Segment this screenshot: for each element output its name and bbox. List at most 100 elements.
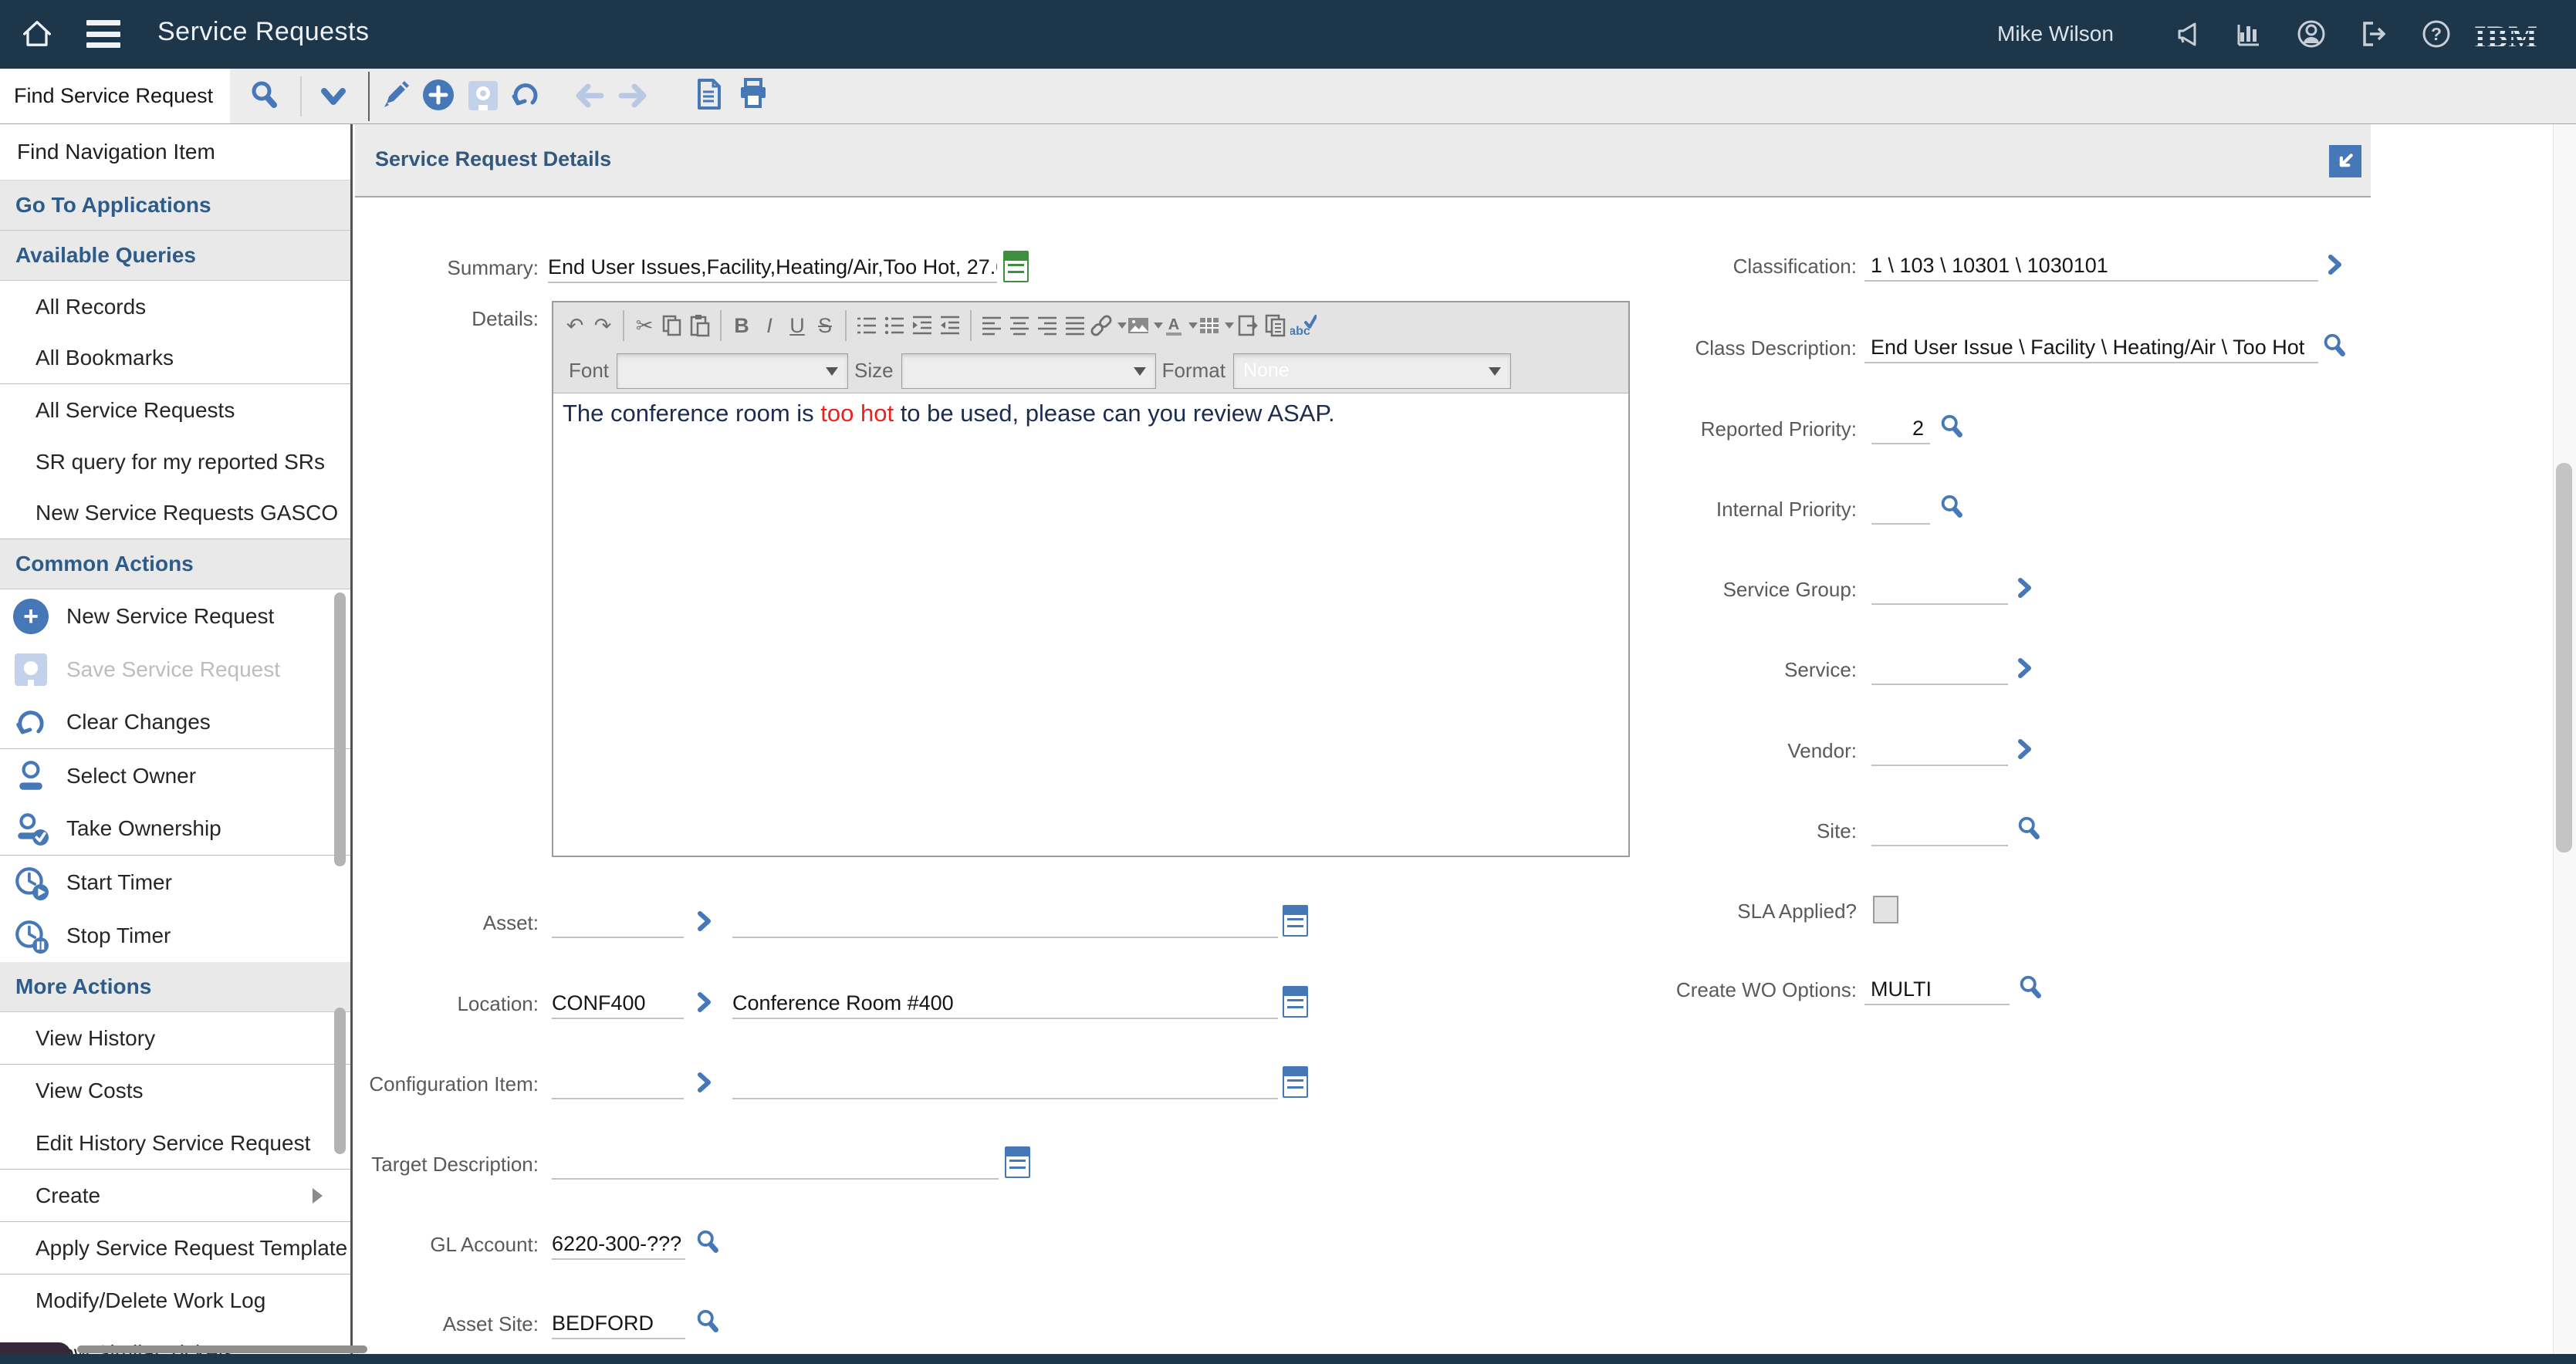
location-field[interactable]: CONF400 [552,987,684,1019]
configuration-item-detail-menu-icon[interactable] [1283,1066,1308,1098]
classification-field[interactable]: 1 \ 103 \ 10301 \ 1030101 [1864,249,2318,282]
edit-icon[interactable] [378,78,412,112]
action-stop-timer[interactable]: Stop Timer [0,909,350,962]
configuration-item-description-field[interactable] [732,1067,1278,1099]
summary-field[interactable]: End User Issues,Facility,Heating/Air,Too… [548,251,997,283]
service-field[interactable] [1871,653,2008,685]
action-view-history[interactable]: View History [0,1012,350,1065]
site-lookup-icon[interactable] [2014,815,2047,847]
align-justify-icon[interactable] [1061,309,1089,343]
action-apply-sr-template[interactable]: Apply Service Request Template [0,1222,350,1275]
text-color-icon[interactable]: A [1163,309,1198,343]
save-icon[interactable] [466,79,500,113]
action-view-costs[interactable]: View Costs [0,1065,350,1117]
previous-record-icon[interactable] [573,79,607,113]
reported-priority-field[interactable]: 2 [1871,412,1930,444]
location-description-field[interactable]: Conference Room #400 [732,987,1278,1019]
action-save-service-request[interactable]: Save Service Request [0,643,350,696]
asset-chevron-icon[interactable] [695,910,715,932]
find-service-request-input[interactable] [0,69,230,123]
service-chevron-icon[interactable] [2016,657,2036,679]
copy-page-icon[interactable] [1262,309,1290,343]
user-name[interactable]: Mike Wilson [1997,22,2114,46]
italic-icon[interactable]: I [756,309,783,343]
align-left-icon[interactable] [978,309,1006,343]
class-description-lookup-icon[interactable] [2320,332,2352,364]
logout-icon[interactable] [2357,17,2391,51]
sla-applied-checkbox[interactable] [1873,896,1898,923]
report-icon[interactable] [691,77,725,111]
export-icon[interactable] [1234,309,1262,343]
action-edit-history-sr[interactable]: Edit History Service Request [0,1117,350,1170]
vendor-chevron-icon[interactable] [2016,738,2036,760]
vendor-field[interactable] [1871,734,2008,766]
location-detail-menu-icon[interactable] [1283,986,1308,1018]
link-icon[interactable] [1089,309,1127,343]
asset-site-field[interactable]: BEDFORD [552,1307,685,1339]
query-all-bookmarks[interactable]: All Bookmarks [0,333,350,384]
query-all-service-requests[interactable]: All Service Requests [0,384,350,436]
next-record-icon[interactable] [615,79,649,113]
menu-icon[interactable] [86,20,120,48]
sidebar-scrollbar-thumb[interactable] [334,593,346,866]
reported-priority-lookup-icon[interactable] [1937,413,1969,445]
asset-detail-menu-icon[interactable] [1283,905,1308,937]
vertical-scrollbar-thumb[interactable] [2556,463,2572,852]
available-queries-header[interactable]: Available Queries [0,231,350,281]
font-select[interactable] [617,353,848,389]
copy-icon[interactable] [658,309,686,343]
long-description-icon[interactable] [1003,251,1029,282]
outdent-icon[interactable] [936,309,964,343]
home-icon[interactable] [19,15,56,52]
bold-icon[interactable]: B [728,309,756,343]
underline-icon[interactable]: U [783,309,811,343]
align-center-icon[interactable] [1006,309,1033,343]
action-modify-delete-work-log[interactable]: Modify/Delete Work Log [0,1275,350,1327]
query-sr-my-reported[interactable]: SR query for my reported SRs [0,436,350,488]
create-wo-options-field[interactable]: MULTI [1864,973,2010,1005]
location-chevron-icon[interactable] [695,991,715,1013]
table-icon[interactable] [1198,309,1234,343]
strikethrough-icon[interactable]: S [811,309,839,343]
asset-site-lookup-icon[interactable] [693,1308,725,1340]
horizontal-scrollbar-thumb[interactable] [77,1345,367,1353]
chevron-down-icon[interactable] [316,82,350,116]
gl-account-field[interactable]: 6220-300-??? [552,1227,685,1260]
collapse-section-button[interactable] [2329,145,2361,177]
paste-icon[interactable] [686,309,714,343]
classification-chevron-icon[interactable] [2326,254,2346,275]
clear-changes-icon[interactable] [509,77,543,111]
configuration-item-field[interactable] [552,1067,684,1099]
action-clear-changes[interactable]: Clear Changes [0,696,350,749]
internal-priority-field[interactable] [1871,492,1930,525]
print-icon[interactable] [736,77,770,111]
details-editor-content[interactable]: The conference room is too hot to be use… [553,393,1628,856]
asset-field[interactable] [552,906,684,938]
undo-icon[interactable]: ↶ [561,309,589,343]
search-icon[interactable] [248,79,282,113]
sidebar-scrollbar-thumb[interactable] [334,1008,346,1154]
service-group-field[interactable] [1871,572,2008,605]
target-description-detail-menu-icon[interactable] [1005,1146,1030,1178]
spell-check-icon[interactable]: abc [1290,309,1317,343]
numbered-list-icon[interactable] [853,309,881,343]
query-all-records[interactable]: All Records [0,281,350,333]
action-select-owner[interactable]: Select Owner [0,749,350,802]
bullet-list-icon[interactable] [881,309,908,343]
align-right-icon[interactable] [1033,309,1061,343]
announcement-icon[interactable] [2172,17,2206,51]
create-wo-options-lookup-icon[interactable] [2016,974,2048,1006]
help-icon[interactable]: ? [2419,17,2453,51]
size-select[interactable] [901,353,1156,389]
configuration-item-chevron-icon[interactable] [695,1072,715,1093]
go-to-applications-header[interactable]: Go To Applications [0,181,350,231]
format-select[interactable]: None [1233,353,1511,389]
target-description-field[interactable] [552,1147,999,1180]
query-new-sr-gasco[interactable]: New Service Requests GASCO [0,488,350,539]
image-icon[interactable] [1127,309,1163,343]
action-start-timer[interactable]: Start Timer [0,856,350,909]
service-group-chevron-icon[interactable] [2016,577,2036,599]
action-new-service-request[interactable]: + New Service Request [0,589,350,643]
site-field[interactable] [1871,814,2008,846]
find-navigation-item[interactable]: Find Navigation Item [0,124,350,181]
